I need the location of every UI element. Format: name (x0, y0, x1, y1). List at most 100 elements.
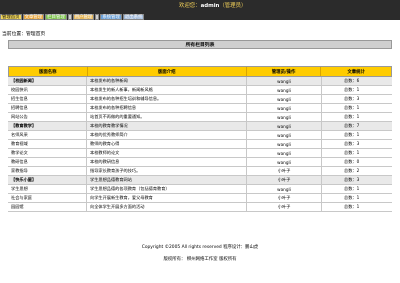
row-name[interactable]: 家教指导 (8, 167, 86, 175)
row-name[interactable]: 园园馆 (8, 203, 86, 211)
row-count: 总数：1 (321, 104, 392, 112)
row-count: 总数：1 (321, 203, 392, 211)
footer-rights: 版权所有： 柳州网络工作室 版权所有 (163, 257, 237, 262)
row-count: 总数：3 (321, 140, 392, 148)
row-name[interactable]: 网站公告 (8, 113, 86, 121)
nav-tab[interactable]: 系统管理 (100, 14, 122, 20)
row-admin[interactable]: wangli (246, 86, 321, 94)
row-admin[interactable]: wangli (246, 149, 321, 157)
row-name[interactable]: 学生思想 (8, 185, 86, 193)
row-description: 本校发生的新人新事，新闻新风格 (86, 86, 246, 94)
panel-title: 所有栏目列表 (8, 40, 392, 49)
table-row: 校园快讯 本校发生的新人新事，新闻新风格 wangli 总数：1 (8, 86, 392, 95)
row-admin[interactable]: wangli (246, 158, 321, 166)
row-description: 学生思想品德教育网站 (86, 176, 246, 184)
table-row: 教研信息 本校的教研信息 wangli 总数：0 (8, 158, 392, 167)
row-name[interactable]: 【校园新闻】 (8, 77, 86, 85)
nav-tab[interactable]: 退出系统 (122, 14, 145, 20)
row-description: 向学生开展新生教育，爱父母教育 (86, 194, 246, 202)
table-row: 社会与家庭 向学生开展新生教育，爱父母教育 小叶子 总数：1 (8, 194, 392, 203)
row-name[interactable]: 名师风采 (8, 131, 86, 139)
username: admin (200, 3, 220, 9)
nav-tab[interactable] (67, 14, 72, 20)
row-count: 总数：6 (321, 77, 392, 85)
table-row: 园园馆 向全体学生开展多方面的活动 小叶子 总数：1 (8, 203, 392, 212)
row-count: 总数：7 (321, 122, 392, 130)
category-row: 【教育教学】 本校的教育教学情况 wangli 总数：7 (8, 122, 392, 131)
row-count: 总数：3 (321, 95, 392, 103)
row-count: 总数：0 (321, 158, 392, 166)
row-description: 本校的优秀教师简介 (86, 131, 246, 139)
row-count: 总数：1 (321, 131, 392, 139)
nav-tab[interactable]: 文章管理 (22, 14, 45, 20)
welcome-text: 欢迎您：admin（管理员） (179, 3, 246, 10)
row-count: 总数：1 (321, 149, 392, 157)
row-count: 总数：1 (321, 194, 392, 202)
row-name[interactable]: 社会与家庭 (8, 194, 86, 202)
category-list-panel: 所有栏目列表 版面名称 版面介绍 管理员/操作 文章统计 【校园新闻】 本校发布的… (8, 40, 392, 212)
column-header-name: 版面名称 (39, 69, 57, 75)
table-row: 学生思想 学生思想品德的各项教育（包括德育教育） wangli 总数：1 (8, 185, 392, 194)
row-name[interactable]: 教学论文 (8, 149, 86, 157)
row-admin[interactable]: 小叶子 (246, 194, 321, 202)
top-bar: 欢迎您：admin（管理员） 管理首页 文章管理 栏目管理 用户管理 系统管理 退出系统 (0, 0, 400, 20)
row-admin[interactable]: wangli (246, 77, 321, 85)
row-description: 本校发布的各种新闻 (86, 77, 246, 85)
breadcrumb: 当前位置：管理首页 (2, 32, 46, 37)
row-description: 本校发布的各种招聘信息 (86, 104, 246, 112)
row-admin[interactable]: wangli (246, 104, 321, 112)
row-admin[interactable]: wangli (246, 140, 321, 148)
row-description: 教师的教育心得 (86, 140, 246, 148)
column-header-description: 版面介绍 (86, 67, 246, 76)
row-description: 学生思想品德的各项教育（包括德育教育） (86, 185, 246, 193)
table-row: 家教指导 指导家长教育孩子的技巧。 小叶子 总数：2 (8, 167, 392, 176)
table-header: 版面名称 版面介绍 管理员/操作 文章统计 (8, 66, 392, 77)
footer-copyright: Copyright ©2005 All rights reserved 程序设计… (141, 245, 259, 250)
row-description: 本校的教育教学情况 (86, 122, 246, 130)
row-description: 本校发布的各种招生培训和辅导信息。 (86, 95, 246, 103)
category-row: 【快乐小屋】 学生思想品德教育网站 小叶子 总数：3 (8, 176, 392, 185)
row-name[interactable]: 【教育教学】 (8, 122, 86, 130)
category-row: 【校园新闻】 本校发布的各种新闻 wangli 总数：6 (8, 77, 392, 86)
row-name[interactable]: 【快乐小屋】 (8, 176, 86, 184)
row-name[interactable]: 招聘信息 (8, 104, 86, 112)
row-count: 总数：2 (321, 167, 392, 175)
nav-tabs: 管理首页 文章管理 栏目管理 用户管理 系统管理 退出系统 (0, 14, 145, 20)
row-description: 指导家长教育孩子的技巧。 (86, 167, 246, 175)
table-row: 招聘信息 本校发布的各种招聘信息 wangli 总数：1 (8, 104, 392, 113)
nav-tab[interactable]: 栏目管理 (45, 14, 67, 20)
table-row: 教学论文 本校教师的论文 wangli 总数：1 (8, 149, 392, 158)
table-body: 【校园新闻】 本校发布的各种新闻 wangli 总数：6 校园快讯 本校发生的新人新事，新… (8, 77, 392, 212)
row-admin[interactable]: 小叶子 (246, 176, 321, 184)
row-admin[interactable]: wangli (246, 185, 321, 193)
row-admin[interactable]: wangli (246, 131, 321, 139)
row-admin[interactable]: wangli (246, 113, 321, 121)
welcome-prefix: 欢迎您： (179, 3, 201, 9)
row-admin[interactable]: wangli (246, 95, 321, 103)
row-description: 向全体学生开展多方面的活动 (86, 203, 246, 211)
column-header-admin: 管理员/操作 (245, 67, 321, 76)
user-role: （管理员） (219, 3, 247, 9)
table-row: 名师风采 本校的优秀教师简介 wangli 总数：1 (8, 131, 392, 140)
row-count: 总数：1 (321, 185, 392, 193)
row-description: 本校教师的论文 (86, 149, 246, 157)
nav-tab[interactable]: 用户管理 (72, 14, 95, 20)
row-admin[interactable]: 小叶子 (246, 203, 321, 211)
row-name[interactable]: 教育视域 (8, 140, 86, 148)
row-name[interactable]: 招生信息 (8, 95, 86, 103)
column-header-count: 文章统计 (320, 67, 391, 76)
row-name[interactable]: 校园快讯 (8, 86, 86, 94)
row-admin[interactable]: 小叶子 (246, 167, 321, 175)
nav-tab[interactable]: 管理首页 (0, 14, 22, 20)
table-row: 网站公告 站首页不再做的的重要通知。 wangli 总数：1 (8, 113, 392, 122)
row-count: 总数：1 (321, 86, 392, 94)
table-row: 教育视域 教师的教育心得 wangli 总数：3 (8, 140, 392, 149)
row-description: 本校的教研信息 (86, 158, 246, 166)
row-count: 总数：3 (321, 176, 392, 184)
table-row: 招生信息 本校发布的各种招生培训和辅导信息。 wangli 总数：3 (8, 95, 392, 104)
row-count: 总数：1 (321, 113, 392, 121)
row-name[interactable]: 教研信息 (8, 158, 86, 166)
nav-tab[interactable] (95, 14, 100, 20)
row-admin[interactable]: wangli (246, 122, 321, 130)
row-description: 站首页不再做的的重要通知。 (86, 113, 246, 121)
